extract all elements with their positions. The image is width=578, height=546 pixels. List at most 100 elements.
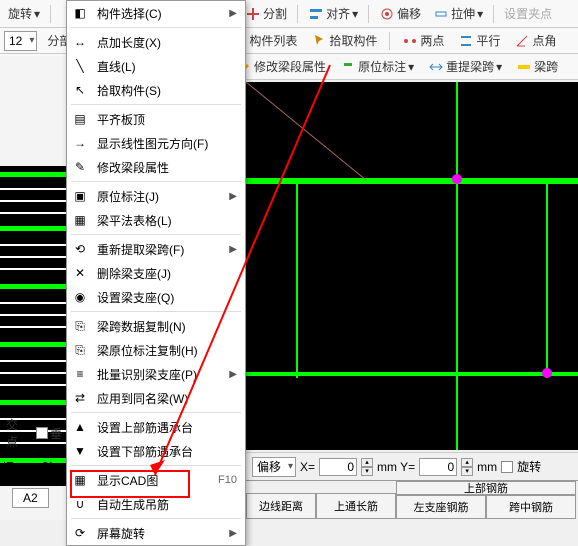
submenu-arrow-icon: ▶ [229,528,237,539]
menu-item-19[interactable]: ∪自动生成吊筋 [67,492,245,516]
menu-item-1[interactable]: ↔ 点加长度(X) [67,30,245,54]
menu-icon: ∪ [71,495,89,513]
menu-item-10[interactable]: ✕ 删除梁支座(J) [67,261,245,285]
menu-icon: ◉ [71,288,89,306]
menu-item-14[interactable]: ≡ 批量识别梁支座(P) ▶ [67,362,245,386]
context-menu: ◧构件选择(C)▶ ↔ 点加长度(X) ╲直线(L) ↖ 拾取构件(S) ▤ 平齐板顶 →显示线… [66,0,246,546]
menu-item-17[interactable]: ▼ 设置下部筋遇承台 [67,439,245,463]
menu-label: 梁跨数据复制(N) [97,318,237,335]
menu-icon: ✕ [71,264,89,282]
size-dropdown[interactable]: 12 [4,31,37,51]
x-spinner[interactable]: ▴▾ [361,458,373,476]
menu-item-2[interactable]: ╲直线(L) [67,54,245,78]
menu-icon: ▤ [71,110,89,128]
rotate-label: 旋转 [517,458,541,475]
split-tool[interactable]: 分割 [241,3,291,24]
menu-icon: ✎ [71,158,89,176]
col-mid-span[interactable]: 跨中钢筋 [486,495,576,519]
parallel-tool[interactable]: 平行 [454,30,504,51]
menu-label: 修改梁段属性 [97,159,237,176]
mm-label: mm [477,460,497,474]
menu-label: 直线(L) [97,58,237,75]
left-panel: 交点 垂 列数据 删除 A2 [0,56,66,520]
y-spinner[interactable]: ▴▾ [461,458,473,476]
y-label: mm Y= [377,460,415,474]
x-label: X= [300,460,315,474]
menu-label: 原位标注(J) [97,188,221,205]
menu-label: 应用到同名梁(W) [97,390,237,407]
menu-label: 重新提取梁跨(F) [97,241,221,258]
move-mode-dropdown[interactable]: 偏移 [252,457,296,477]
menu-label: 平齐板顶 [97,111,237,128]
menu-item-20[interactable]: ⟳ 屏幕旋转 ▶ [67,521,245,545]
menu-icon: ▲ [71,418,89,436]
menu-label: 批量识别梁支座(P) [97,366,221,383]
menu-label: 点加长度(X) [97,34,237,51]
rotate-tool[interactable]: 旋转 ▾ [4,3,44,24]
col-left-support[interactable]: 左支座钢筋 [396,495,486,519]
submenu-arrow-icon: ▶ [229,191,237,202]
rotate-checkbox[interactable] [501,461,513,473]
menu-label: 屏幕旋转 [97,525,221,542]
coordinate-bar: 偏移 X= ▴▾ mm Y= ▴▾ mm 旋转 [246,452,578,480]
menu-icon: ⇄ [71,389,89,407]
col-top-bar[interactable]: 上部钢筋 [396,481,576,495]
menu-label: 删除梁支座(J) [97,265,237,282]
beam-span[interactable]: 梁跨 [512,56,562,77]
col-edge-dist[interactable]: 边线距离 [246,493,316,519]
menu-icon: ▦ [71,471,89,489]
menu-label: 显示CAD图 [97,472,210,489]
y-input[interactable] [419,458,457,476]
menu-icon: ▦ [71,211,89,229]
set-grip-tool[interactable]: 设置夹点 [500,3,556,24]
menu-item-13[interactable]: ⎘ 梁原位标注复制(H) [67,338,245,362]
menu-item-6[interactable]: ✎ 修改梁段属性 [67,155,245,179]
delete-tab[interactable]: 删除 [43,442,66,476]
menu-label: 设置上部筋遇承台 [97,419,237,436]
menu-item-9[interactable]: ⟲ 重新提取梁跨(F) ▶ [67,237,245,261]
menu-icon: ⎘ [71,341,89,359]
menu-item-15[interactable]: ⇄ 应用到同名梁(W) [67,386,245,410]
menu-icon: ≡ [71,365,89,383]
menu-item-8[interactable]: ▦梁平法表格(L) [67,208,245,232]
menu-item-12[interactable]: ⎘ 梁跨数据复制(N) [67,314,245,338]
menu-icon: ▣ [71,187,89,205]
modify-beam-prop[interactable]: 修改梁段属性 [232,56,330,77]
repropose-span[interactable]: 重提梁跨 ▾ [424,56,506,77]
menu-item-11[interactable]: ◉ 设置梁支座(Q) [67,285,245,309]
menu-item-0[interactable]: ◧构件选择(C)▶ [67,1,245,25]
drawing-canvas[interactable] [246,82,578,450]
menu-item-16[interactable]: ▲ 设置上部筋遇承台 [67,415,245,439]
menu-label: 拾取构件(S) [97,82,237,99]
menu-icon: ↔ [71,33,89,51]
menu-item-7[interactable]: ▣ 原位标注(J) ▶ [67,184,245,208]
submenu-arrow-icon: ▶ [229,244,237,255]
menu-item-3[interactable]: ↖ 拾取构件(S) [67,78,245,102]
menu-icon: ↖ [71,81,89,99]
x-input[interactable] [319,458,357,476]
menu-item-5[interactable]: →显示线性图元方向(F) [67,131,245,155]
pick-component[interactable]: 拾取构件 [307,30,381,51]
submenu-arrow-icon: ▶ [229,8,237,19]
point-angle-tool[interactable]: 点角 [510,30,560,51]
inplace-label[interactable]: 原位标注 ▾ [336,56,418,77]
menu-label: 显示线性图元方向(F) [97,135,237,152]
menu-item-18[interactable]: ▦ 显示CAD图 F10 [67,468,245,492]
offset-tool[interactable]: 偏移 [375,3,425,24]
menu-label: 设置梁支座(Q) [97,289,237,306]
a2-cell[interactable]: A2 [12,488,49,508]
menu-icon: ⟲ [71,240,89,258]
menu-shortcut: F10 [218,474,237,486]
row-data-tab[interactable]: 列数据 [2,442,37,476]
align-tool[interactable]: 对齐 ▾ [304,3,362,24]
menu-label: 梁原位标注复制(H) [97,342,237,359]
menu-icon: ⎘ [71,317,89,335]
menu-icon: ⟳ [71,524,89,542]
submenu-arrow-icon: ▶ [229,369,237,380]
two-point-tool[interactable]: 两点 [398,30,448,51]
menu-icon: ▼ [71,442,89,460]
col-top-long[interactable]: 上通长筋 [316,493,396,519]
menu-label: 设置下部筋遇承台 [97,443,237,460]
menu-item-4[interactable]: ▤ 平齐板顶 [67,107,245,131]
stretch-tool[interactable]: 拉伸 ▾ [429,3,487,24]
